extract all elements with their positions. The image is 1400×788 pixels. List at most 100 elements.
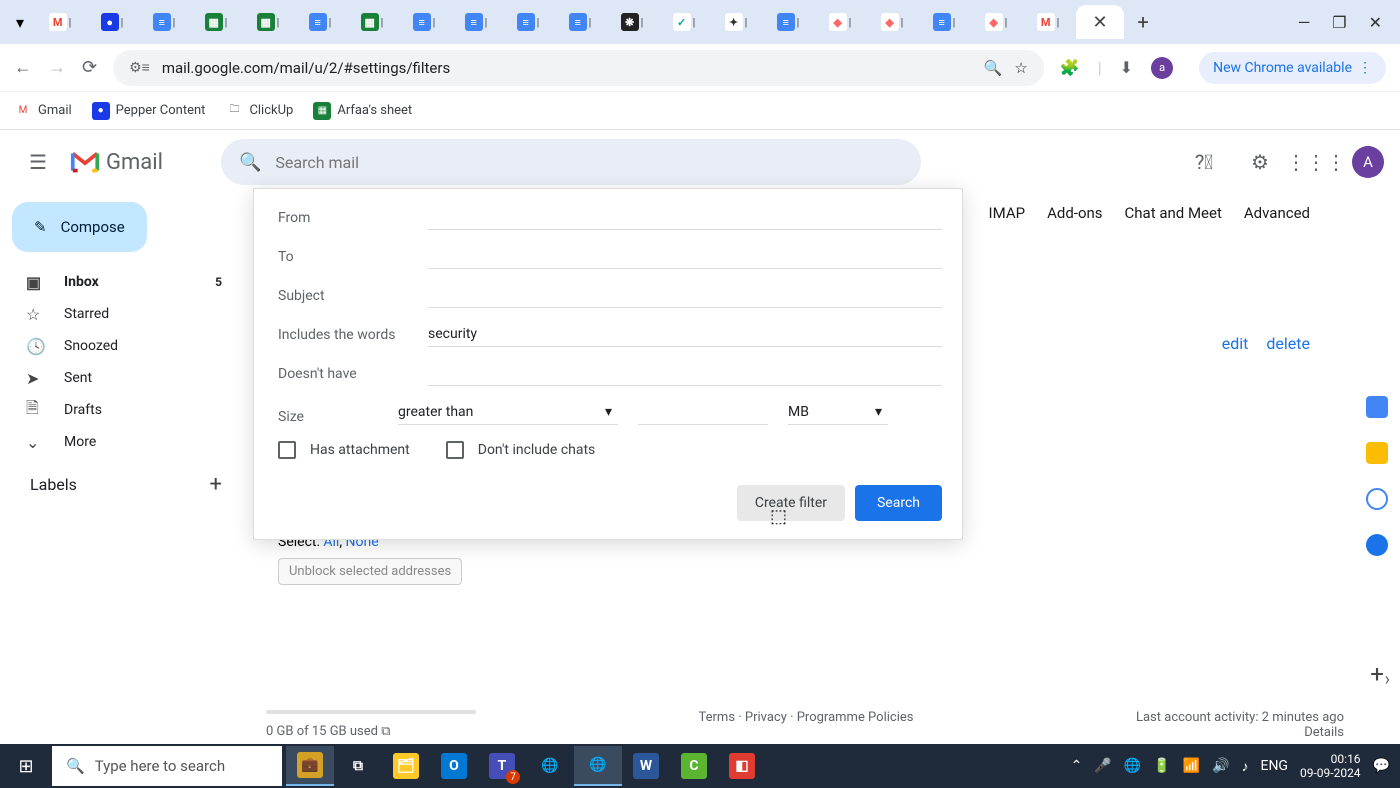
tab-gmail-2[interactable]: M| (1024, 7, 1072, 37)
downloads-icon[interactable]: ⬇ (1120, 58, 1133, 77)
edit-filter-link[interactable]: edit (1222, 334, 1249, 353)
to-input[interactable] (428, 244, 942, 269)
sidebar-item-more[interactable]: ⌄ More (8, 426, 240, 458)
sidebar-item-starred[interactable]: ☆ Starred (8, 298, 240, 330)
reload-button[interactable]: ⟳ (82, 57, 97, 78)
doesnt-have-input[interactable] (428, 361, 942, 386)
create-filter-button[interactable]: Create filter (737, 485, 845, 521)
tray-notifications-icon[interactable]: 💬 (1373, 758, 1390, 774)
tab-list-dropdown[interactable]: ▾ (8, 10, 32, 34)
tab-docs-2[interactable]: ≡| (296, 7, 344, 37)
tray-chevron-icon[interactable]: ⌃ (1071, 758, 1083, 774)
start-button[interactable]: ⊞ (0, 744, 52, 788)
sidebar-item-drafts[interactable]: 🗎 Drafts (8, 394, 240, 426)
star-icon[interactable]: ☆ (1014, 59, 1027, 77)
bookmark-gmail[interactable]: MGmail (14, 102, 72, 120)
site-info-icon[interactable]: ⚙≡ (129, 59, 150, 76)
tab-active-close[interactable]: ✕ (1076, 5, 1124, 39)
tab-chatgpt[interactable]: ✦| (712, 7, 760, 37)
taskbar-explorer[interactable]: 🗂 (382, 746, 430, 786)
open-in-new-icon[interactable]: ⧉ (381, 724, 390, 739)
search-icon[interactable]: 🔍 (239, 152, 261, 173)
tray-lang[interactable]: ENG (1260, 758, 1287, 774)
forward-button[interactable]: → (48, 57, 66, 78)
account-avatar[interactable]: A (1352, 146, 1384, 178)
gmail-logo[interactable]: Gmail (70, 150, 163, 175)
window-minimize[interactable]: — (1298, 13, 1311, 32)
taskbar-snagit[interactable]: ◧ (718, 746, 766, 786)
tray-battery-icon[interactable]: 🔋 (1153, 758, 1170, 774)
tab-sheets-3[interactable]: ▦| (348, 7, 396, 37)
compose-button[interactable]: ✎ Compose (12, 202, 147, 252)
size-unit-select[interactable]: MB▾ (788, 400, 888, 425)
tab-other-1[interactable]: ❋| (608, 7, 656, 37)
tab-docs-4[interactable]: ≡| (452, 7, 500, 37)
keep-icon[interactable] (1366, 442, 1388, 464)
tray-clock[interactable]: 00:16 09-09-2024 (1300, 752, 1361, 781)
window-close[interactable]: ✕ (1369, 13, 1382, 32)
new-tab-button[interactable]: + (1128, 7, 1158, 37)
apps-grid-icon[interactable]: ⋮⋮⋮ (1296, 142, 1336, 182)
dont-include-chats-checkbox[interactable]: Don't include chats (446, 441, 596, 459)
back-button[interactable]: ← (14, 57, 32, 78)
support-icon[interactable]: ?⃝ (1184, 142, 1224, 182)
tab-docs-1[interactable]: ≡| (140, 7, 188, 37)
main-menu-icon[interactable]: ☰ (16, 140, 60, 184)
size-operator-select[interactable]: greater than▾ (398, 400, 618, 425)
tab-sheets-2[interactable]: ▦| (244, 7, 292, 37)
side-panel-toggle[interactable]: › (1385, 669, 1390, 690)
chrome-update-badge[interactable]: New Chrome available⋮ (1199, 52, 1386, 84)
delete-filter-link[interactable]: delete (1266, 334, 1310, 353)
tab-docs-3[interactable]: ≡| (400, 7, 448, 37)
search-input[interactable] (275, 153, 903, 172)
url-field[interactable]: ⚙≡ mail.google.com/mail/u/2/#settings/fi… (113, 50, 1044, 86)
search-button[interactable]: Search (855, 485, 942, 521)
tab-docs-7[interactable]: ≡| (764, 7, 812, 37)
addons-plus-icon[interactable]: + (1370, 660, 1384, 688)
tab-clickup-3[interactable]: ◆| (972, 7, 1020, 37)
footer-links[interactable]: Terms · Privacy · Programme Policies (699, 710, 914, 725)
tray-sync-icon[interactable]: ♪ (1241, 758, 1248, 775)
details-link[interactable]: Details (1304, 725, 1344, 740)
tab-sheets-1[interactable]: ▦| (192, 7, 240, 37)
taskbar-outlook[interactable]: O (430, 746, 478, 786)
extensions-icon[interactable]: 🧩 (1060, 58, 1080, 77)
tab-check[interactable]: ✓| (660, 7, 708, 37)
tray-globe-icon[interactable]: 🌐 (1124, 758, 1141, 774)
tab-imap[interactable]: IMAP (989, 204, 1026, 222)
zoom-icon[interactable]: 🔍 (984, 59, 1003, 77)
taskbar-teams[interactable]: T7 (478, 746, 526, 786)
tab-clickup-2[interactable]: ◆| (868, 7, 916, 37)
includes-input[interactable] (428, 322, 942, 347)
calendar-icon[interactable] (1366, 396, 1388, 418)
sidebar-item-inbox[interactable]: ▣ Inbox 5 (8, 266, 240, 298)
taskbar-word[interactable]: W (622, 746, 670, 786)
taskbar-chrome-2[interactable]: 🌐 (574, 746, 622, 786)
contacts-icon[interactable] (1366, 534, 1388, 556)
taskbar-taskview[interactable]: ⧉ (334, 746, 382, 786)
tray-volume-icon[interactable]: 🔊 (1212, 758, 1229, 774)
tab-gmail[interactable]: M| (36, 7, 84, 37)
has-attachment-checkbox[interactable]: Has attachment (278, 441, 410, 459)
window-maximize[interactable]: ❐ (1332, 13, 1346, 32)
search-bar[interactable]: 🔍 (221, 139, 921, 185)
profile-avatar-small[interactable]: A (1151, 57, 1173, 79)
taskbar-briefcase[interactable]: 💼 (286, 746, 334, 786)
taskbar-chrome-1[interactable]: 🌐 (526, 746, 574, 786)
tab-clickup-1[interactable]: ◆| (816, 7, 864, 37)
tray-mic-icon[interactable]: 🎤 (1094, 758, 1111, 774)
tab-docs-6[interactable]: ≡| (556, 7, 604, 37)
subject-input[interactable] (428, 283, 942, 308)
bookmark-arfaa-sheet[interactable]: ▦Arfaa's sheet (313, 102, 412, 120)
add-label-button[interactable]: + (210, 472, 222, 497)
size-value-input[interactable] (638, 400, 768, 425)
tab-advanced[interactable]: Advanced (1244, 204, 1310, 222)
from-input[interactable] (428, 205, 942, 230)
taskbar-camtasia[interactable]: C (670, 746, 718, 786)
tray-wifi-icon[interactable]: 📶 (1183, 758, 1200, 774)
tab-addons[interactable]: Add-ons (1047, 204, 1102, 222)
tab-pepper[interactable]: ●| (88, 7, 136, 37)
tab-docs-8[interactable]: ≡| (920, 7, 968, 37)
tab-chat-meet[interactable]: Chat and Meet (1125, 204, 1222, 222)
bookmark-pepper[interactable]: ●Pepper Content (92, 102, 206, 120)
